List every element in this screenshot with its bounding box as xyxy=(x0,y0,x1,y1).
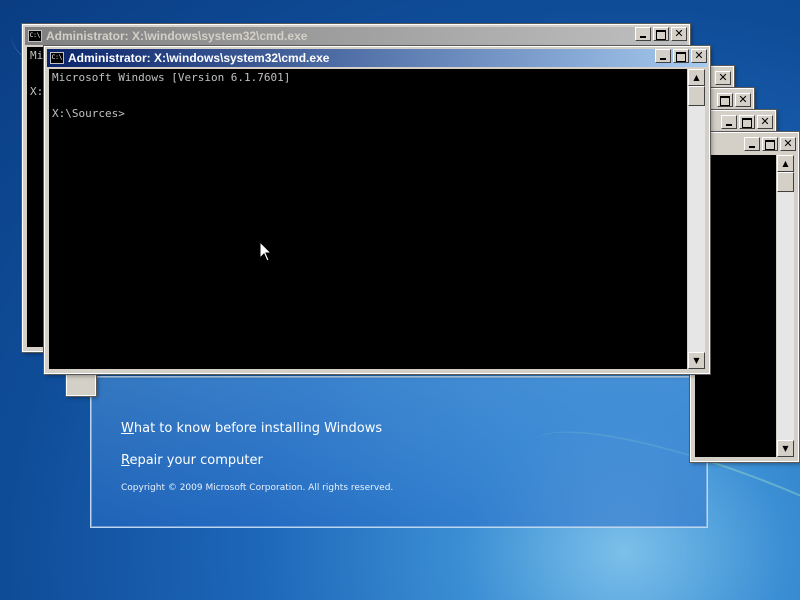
cmd-icon: C:\ xyxy=(28,30,42,42)
maximize-icon[interactable] xyxy=(739,115,755,129)
minimize-icon[interactable] xyxy=(744,137,760,151)
console-area[interactable]: Microsoft Windows [Version 6.1.7601] X:\… xyxy=(49,69,687,369)
scroll-down-icon[interactable]: ▼ xyxy=(777,440,794,457)
title-bar[interactable]: C:\ Administrator: X:\windows\system32\c… xyxy=(47,49,707,67)
cmd-icon: C:\ xyxy=(50,52,64,64)
close-icon[interactable]: ✕ xyxy=(780,137,796,151)
close-icon[interactable]: ✕ xyxy=(671,27,687,41)
title-bar[interactable]: C:\ Administrator: X:\windows\system32\c… xyxy=(25,27,687,45)
console-line: Mi xyxy=(30,49,44,62)
close-icon[interactable]: ✕ xyxy=(691,49,707,63)
close-icon[interactable]: ✕ xyxy=(757,115,773,129)
console-line: X: xyxy=(30,85,44,98)
close-icon[interactable]: ✕ xyxy=(715,71,731,85)
maximize-icon[interactable] xyxy=(673,49,689,63)
maximize-icon[interactable] xyxy=(762,137,778,151)
console-version-line: Microsoft Windows [Version 6.1.7601] xyxy=(52,71,291,84)
scroll-up-icon[interactable]: ▲ xyxy=(688,69,705,86)
scroll-up-icon[interactable]: ▲ xyxy=(777,155,794,172)
scroll-thumb[interactable] xyxy=(777,172,794,192)
minimize-icon[interactable] xyxy=(655,49,671,63)
scroll-down-icon[interactable]: ▼ xyxy=(688,352,705,369)
close-icon[interactable]: ✕ xyxy=(735,93,751,107)
minimize-icon[interactable] xyxy=(635,27,651,41)
window-title: Administrator: X:\windows\system32\cmd.e… xyxy=(68,51,330,65)
scrollbar[interactable]: ▲ ▼ xyxy=(777,155,794,457)
scroll-thumb[interactable] xyxy=(688,86,705,106)
scrollbar[interactable]: ▲ ▼ xyxy=(688,69,705,369)
copyright-text: Copyright © 2009 Microsoft Corporation. … xyxy=(121,483,394,493)
what-to-know-link[interactable]: What to know before installing Windows xyxy=(121,421,382,436)
console-prompt-line: X:\Sources> xyxy=(52,107,125,120)
cmd-window-front: C:\ Administrator: X:\windows\system32\c… xyxy=(43,45,711,375)
window-title: Administrator: X:\windows\system32\cmd.e… xyxy=(46,29,308,43)
mouse-pointer-icon xyxy=(259,241,273,262)
minimize-icon[interactable] xyxy=(721,115,737,129)
maximize-icon[interactable] xyxy=(653,27,669,41)
repair-computer-link[interactable]: Repair your computer xyxy=(121,453,263,468)
maximize-icon[interactable] xyxy=(717,93,733,107)
windows-setup-dialog: What to know before installing Windows R… xyxy=(90,376,708,528)
